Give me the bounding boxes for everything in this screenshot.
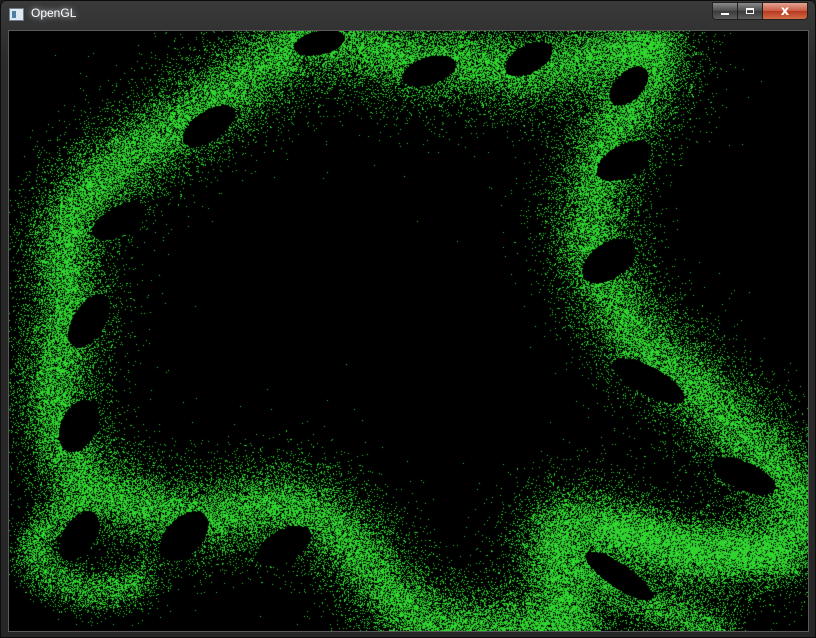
opengl-app-icon[interactable] — [9, 8, 24, 21]
opengl-viewport[interactable] — [8, 30, 809, 632]
close-button[interactable]: x — [763, 2, 808, 20]
caption-buttons: x — [712, 2, 808, 20]
particle-render-canvas — [9, 31, 808, 631]
maximize-button[interactable] — [738, 2, 763, 20]
window-title: OpenGL — [31, 6, 77, 20]
minimize-button[interactable] — [712, 2, 738, 20]
opengl-window: OpenGL x — [0, 0, 816, 638]
title-bar[interactable]: OpenGL x — [1, 1, 815, 29]
maximize-icon — [746, 8, 754, 14]
minimize-icon — [721, 12, 729, 15]
close-icon: x — [780, 3, 790, 19]
